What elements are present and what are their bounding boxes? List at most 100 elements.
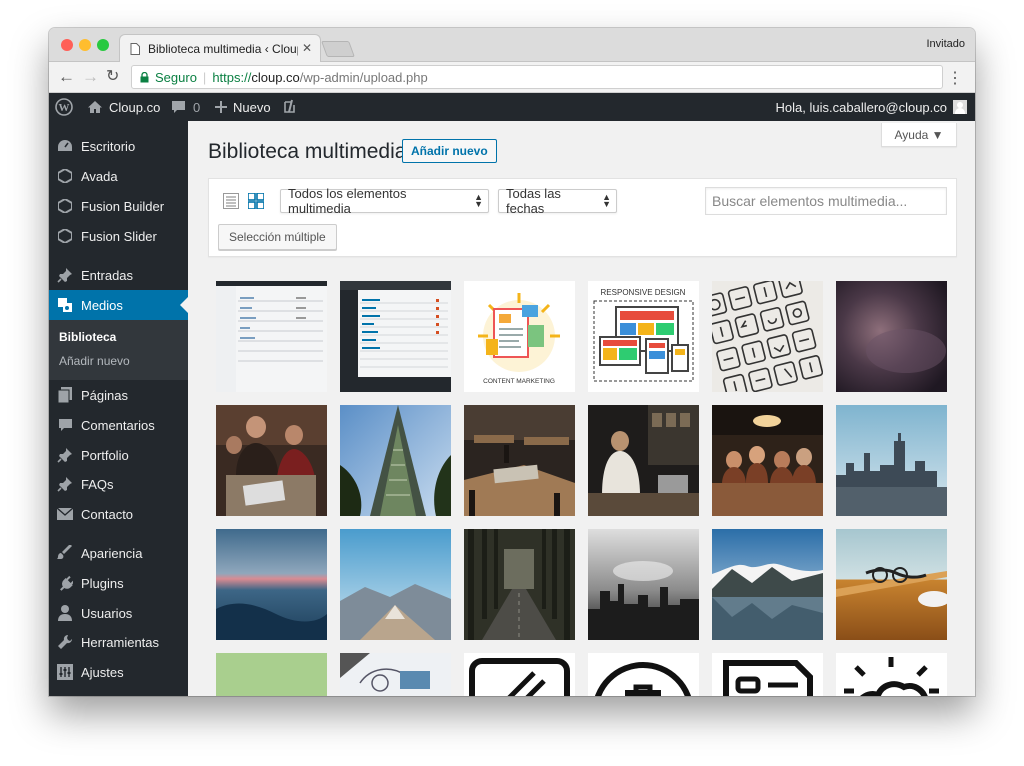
- attachment-card-icon[interactable]: [464, 653, 575, 696]
- attachment-responsive-design[interactable]: RESPONSIVE DESIGN: [588, 281, 699, 392]
- sidebar-item-faqs[interactable]: FAQs: [49, 469, 188, 499]
- attachment-tall-building[interactable]: [340, 405, 451, 516]
- back-icon[interactable]: ←: [58, 66, 75, 88]
- attachment-document-icon[interactable]: [712, 653, 823, 696]
- pin-icon: [57, 476, 73, 492]
- forward-icon[interactable]: →: [82, 66, 99, 88]
- page-title: Biblioteca multimedia: [208, 140, 407, 163]
- content-marketing-text: CONTENT MARKETING: [483, 378, 555, 385]
- attachment-people-meeting[interactable]: [216, 405, 327, 516]
- wrench-icon: [57, 634, 73, 650]
- media-submenu: Biblioteca Añadir nuevo: [49, 320, 188, 380]
- sidebar-label: Entradas: [81, 267, 134, 283]
- attachment-desk-glasses[interactable]: [836, 529, 947, 640]
- site-name: Cloup.co: [109, 99, 161, 115]
- new-tab-button[interactable]: [321, 41, 355, 57]
- sidebar-item-apariencia[interactable]: Apariencia: [49, 538, 188, 568]
- sidebar-item-fusion-slider[interactable]: Fusion Slider: [49, 221, 188, 251]
- attachment-dinner-group[interactable]: [712, 405, 823, 516]
- attachment-shop-icon[interactable]: [588, 653, 699, 696]
- url-protocol: https://: [212, 69, 252, 85]
- sidebar-item-fusion-builder[interactable]: Fusion Builder: [49, 191, 188, 221]
- sidebar-item-contacto[interactable]: Contacto: [49, 499, 188, 529]
- attachment-foggy-city[interactable]: [588, 529, 699, 640]
- lock-icon: [140, 71, 149, 82]
- media-type-filter[interactable]: Todos los elementos multimedia ▲ ▼: [280, 186, 489, 216]
- sidebar-label: Contacto: [81, 506, 134, 522]
- site-name-link[interactable]: Cloup.co: [87, 93, 160, 121]
- sidebar-label: Apariencia: [81, 545, 143, 561]
- attachment-city-skyline[interactable]: [836, 405, 947, 516]
- reload-icon[interactable]: ↻: [106, 66, 119, 88]
- sidebar-item-avada[interactable]: Avada: [49, 161, 188, 191]
- page-icon: [130, 42, 140, 55]
- fusion-builder-icon: [57, 198, 73, 214]
- home-icon: [88, 101, 102, 113]
- sidebar-item-paginas[interactable]: Páginas: [49, 380, 188, 410]
- plugin-icon: [57, 575, 73, 591]
- sidebar-item-medios[interactable]: Medios: [49, 290, 188, 320]
- greeting: Hola, luis.caballero@cloup.co: [775, 99, 947, 115]
- attachment-purple-blur[interactable]: [836, 281, 947, 392]
- sidebar-label: Usuarios: [81, 605, 133, 621]
- sidebar-item-usuarios[interactable]: Usuarios: [49, 598, 188, 628]
- responsive-design-text: RESPONSIVE DESIGN: [601, 288, 686, 297]
- sidebar-item-portfolio[interactable]: Portfolio: [49, 440, 188, 470]
- avada-icon: [57, 168, 73, 184]
- attachment-sketch-paper[interactable]: [340, 653, 451, 696]
- submenu-anadir-nuevo[interactable]: Añadir nuevo: [59, 354, 130, 368]
- attachment-restaurant-tables[interactable]: [464, 405, 575, 516]
- minimize-window-button[interactable]: [79, 39, 91, 51]
- bulk-select-button[interactable]: Selección múltiple: [218, 224, 337, 250]
- sidebar-label: Fusion Slider: [81, 228, 157, 244]
- attachment-forest-road[interactable]: [464, 529, 575, 640]
- url-field[interactable]: Seguro | https:// cloup.co /wp-admin/upl…: [131, 65, 943, 89]
- sidebar-item-plugins[interactable]: Plugins: [49, 568, 188, 598]
- url-host: cloup.co: [251, 69, 300, 85]
- fusion-slider-icon: [57, 228, 73, 244]
- sidebar-item-escritorio[interactable]: Escritorio: [49, 131, 188, 161]
- mail-icon: [57, 506, 73, 522]
- attachment-cloud-icon[interactable]: [836, 653, 947, 696]
- pin-icon: [57, 447, 73, 463]
- close-window-button[interactable]: [61, 39, 73, 51]
- sidebar-item-herramientas[interactable]: Herramientas: [49, 627, 188, 657]
- browser-menu-icon[interactable]: ⋮: [947, 68, 963, 88]
- attachment-green-blank[interactable]: [216, 653, 327, 696]
- account-link[interactable]: Hola, luis.caballero@cloup.co: [776, 93, 967, 121]
- grid-view-icon[interactable]: [248, 193, 264, 209]
- date-filter[interactable]: Todas las fechas ▲ ▼: [498, 186, 617, 216]
- attachment-icon-sketch[interactable]: [712, 281, 823, 392]
- attachment-screenshot-1[interactable]: [216, 281, 327, 392]
- attachment-cafe-barista[interactable]: [588, 405, 699, 516]
- pages-icon: [57, 387, 73, 403]
- add-new-button[interactable]: Añadir nuevo: [402, 139, 497, 163]
- help-tab[interactable]: Ayuda ▼: [881, 123, 957, 147]
- close-tab-icon[interactable]: ✕: [302, 41, 312, 55]
- attachment-lake-mountains[interactable]: [712, 529, 823, 640]
- media-toolbar: Todos los elementos multimedia ▲ ▼ Todas l…: [208, 178, 957, 257]
- browser-tab[interactable]: Biblioteca multimedia ‹ Cloup.co ✕: [119, 34, 321, 62]
- comments-link[interactable]: 0: [171, 93, 200, 121]
- submenu-biblioteca[interactable]: Biblioteca: [59, 330, 116, 344]
- attachment-content-marketing[interactable]: CONTENT MARKETING: [464, 281, 575, 392]
- wordpress-logo-icon[interactable]: W: [55, 93, 73, 121]
- admin-sidebar: Escritorio Avada Fusion Builder Fusion S…: [49, 121, 188, 696]
- list-view-icon[interactable]: [223, 193, 239, 209]
- sidebar-label: FAQs: [81, 476, 114, 492]
- sidebar-item-entradas[interactable]: Entradas: [49, 260, 188, 290]
- attachment-screenshot-2[interactable]: [340, 281, 451, 392]
- attachment-mountain-summit[interactable]: [340, 529, 451, 640]
- media-type-value: Todos los elementos multimedia: [288, 186, 407, 216]
- attachment-sea-sunset[interactable]: [216, 529, 327, 640]
- yoast-icon[interactable]: [283, 93, 299, 121]
- new-content-link[interactable]: Nuevo: [215, 93, 271, 121]
- brush-icon: [57, 545, 73, 561]
- settings-icon: [57, 664, 73, 680]
- comments-icon: [57, 417, 73, 433]
- media-icon: [57, 297, 73, 313]
- maximize-window-button[interactable]: [97, 39, 109, 51]
- sidebar-item-comentarios[interactable]: Comentarios: [49, 410, 188, 440]
- sidebar-item-ajustes[interactable]: Ajustes: [49, 657, 188, 687]
- media-search-input[interactable]: Buscar elementos multimedia...: [705, 187, 947, 215]
